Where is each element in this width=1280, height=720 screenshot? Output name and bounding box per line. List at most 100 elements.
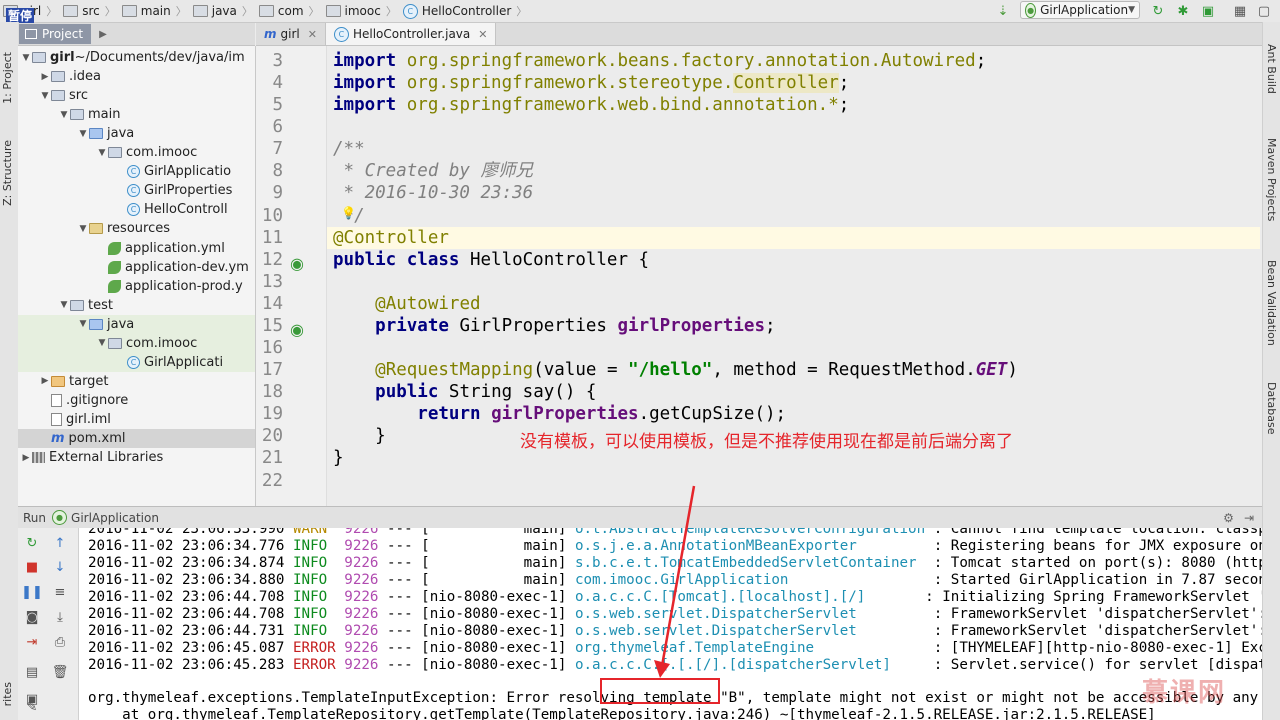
breadcrumb-item[interactable]: com 〉 bbox=[256, 0, 323, 22]
tree-item[interactable]: m pom.xml bbox=[18, 429, 255, 448]
tree-item[interactable]: application-dev.ym bbox=[96, 258, 255, 277]
code-line[interactable]: * 2016-10-30 23:36 bbox=[333, 182, 534, 204]
code-line[interactable]: private GirlProperties girlProperties; bbox=[333, 315, 775, 337]
layout-icon[interactable]: ▢ bbox=[1256, 3, 1272, 19]
tree-item[interactable]: ▼ com.imooc bbox=[18, 333, 255, 353]
breadcrumb-item[interactable]: C HelloController 〉 bbox=[400, 0, 530, 22]
line-number: 22 bbox=[261, 470, 283, 491]
chevron-down-icon[interactable]: ▼ bbox=[77, 319, 89, 329]
chevron-down-icon[interactable]: ▼ bbox=[96, 148, 108, 158]
gear-icon[interactable]: ⚙ bbox=[1223, 511, 1234, 525]
project-view-selector[interactable]: Project bbox=[19, 24, 92, 44]
tree-item[interactable]: ▼ java bbox=[18, 314, 255, 334]
code-line[interactable]: import org.springframework.stereotype.Co… bbox=[333, 72, 849, 94]
chevron-down-icon[interactable]: ▼ bbox=[20, 53, 32, 63]
chevron-right-icon[interactable]: ▶ bbox=[99, 29, 107, 40]
tree-item[interactable]: C GirlProperties bbox=[115, 181, 255, 200]
code-line[interactable]: /** bbox=[333, 138, 365, 160]
code-line[interactable]: @Controller bbox=[333, 227, 449, 249]
chevron-down-icon[interactable]: ▼ bbox=[39, 91, 51, 101]
arrow-down-icon[interactable]: ↓ bbox=[51, 558, 69, 576]
bean-class-icon[interactable]: ◉ bbox=[290, 254, 304, 273]
project-tree[interactable]: ▼ girl ~/Documents/dev/java/im ▶ .idea ▼ src ▼… bbox=[18, 46, 256, 506]
breadcrumb-item[interactable]: imooc 〉 bbox=[323, 0, 400, 22]
pause-icon[interactable]: ❚❚ bbox=[21, 583, 43, 601]
tree-item[interactable]: ▼ test bbox=[58, 296, 255, 315]
tree-item[interactable]: girl.iml bbox=[39, 410, 255, 429]
tree-item[interactable]: ▼ resources bbox=[77, 219, 255, 238]
tree-item[interactable]: C GirlApplicati bbox=[18, 352, 255, 372]
code-line[interactable]: @Autowired bbox=[333, 293, 480, 315]
tab-maven-projects[interactable]: Maven Projects bbox=[1265, 138, 1278, 221]
chevron-right-icon[interactable]: ▶ bbox=[39, 376, 51, 386]
close-icon[interactable]: ✕ bbox=[308, 28, 317, 41]
code-token: HelloController { bbox=[469, 249, 650, 270]
hide-panel-icon[interactable]: ⇥ bbox=[1244, 511, 1254, 525]
tree-item[interactable]: application-prod.y bbox=[96, 277, 255, 296]
tab-structure[interactable]: Z: Structure bbox=[1, 140, 14, 206]
rerun-icon[interactable]: ↻ bbox=[23, 534, 41, 552]
tab-bean-validation[interactable]: Bean Validation bbox=[1265, 260, 1278, 346]
stop-icon[interactable]: ■ bbox=[23, 558, 41, 576]
pin-icon[interactable]: ✎ bbox=[23, 698, 41, 716]
tree-item[interactable]: C GirlApplicatio bbox=[115, 162, 255, 181]
tree-item[interactable]: ▼ src bbox=[39, 86, 255, 105]
tab-favorites[interactable]: rites bbox=[1, 682, 14, 706]
breadcrumb-item[interactable]: src 〉 bbox=[60, 0, 119, 22]
chevron-down-icon[interactable]: ▼ bbox=[58, 110, 70, 120]
tree-item[interactable]: ▶ target bbox=[39, 372, 255, 391]
rerun-icon[interactable]: ↻ bbox=[1150, 3, 1166, 19]
chevron-down-icon[interactable]: ▼ bbox=[58, 300, 70, 310]
tree-item[interactable]: ▼ girl ~/Documents/dev/java/im bbox=[20, 48, 255, 67]
coverage-icon[interactable]: ▣ bbox=[1200, 3, 1216, 19]
debug-icon[interactable]: ✱ bbox=[1175, 3, 1191, 19]
tree-item[interactable]: ▶ External Libraries bbox=[20, 448, 255, 467]
scroll-end-icon[interactable]: ⤓ bbox=[51, 608, 69, 626]
lightbulb-icon[interactable]: 💡 bbox=[341, 206, 356, 220]
breadcrumb-item[interactable]: java 〉 bbox=[190, 0, 256, 22]
editor-tab[interactable]: C HelloController.java ✕ bbox=[325, 23, 497, 45]
editor-tab[interactable]: m girl ✕ bbox=[256, 23, 326, 45]
camera-icon[interactable]: ◙ bbox=[23, 608, 41, 626]
autowired-icon[interactable]: ◉ bbox=[290, 320, 304, 339]
log-date: 2016-11-02 23:06:44.708 bbox=[88, 606, 285, 622]
vcs-update-icon[interactable]: ⇣ bbox=[995, 3, 1011, 19]
tree-item[interactable]: ▶ .idea bbox=[39, 67, 255, 86]
layout-icon[interactable]: ▤ bbox=[23, 663, 41, 681]
chevron-down-icon[interactable]: ▼ bbox=[77, 129, 89, 139]
line-number: 18 bbox=[261, 382, 283, 403]
project-structure-icon[interactable]: ▦ bbox=[1232, 3, 1248, 19]
stack-trace-line[interactable]: at org.thymeleaf.TemplateRepository.getT… bbox=[88, 707, 1156, 720]
tab-database[interactable]: Database bbox=[1265, 382, 1278, 435]
chevron-down-icon[interactable]: ▼ bbox=[96, 338, 108, 348]
code-line[interactable]: * Created by 廖师兄 bbox=[333, 160, 533, 182]
trash-icon[interactable]: 🗑 bbox=[51, 663, 69, 681]
tree-item[interactable]: application.yml bbox=[96, 239, 255, 258]
soft-wrap-icon[interactable]: ≡ bbox=[51, 583, 69, 601]
exit-icon[interactable]: ⇥ bbox=[23, 633, 41, 651]
chevron-right-icon[interactable]: ▶ bbox=[20, 453, 32, 463]
tree-item[interactable]: C HelloControll bbox=[115, 200, 255, 219]
run-config-name[interactable]: GirlApplication bbox=[71, 511, 159, 525]
code-line[interactable]: } bbox=[333, 447, 344, 469]
breadcrumb-item[interactable]: main 〉 bbox=[119, 0, 190, 22]
code-line[interactable]: public class HelloController { bbox=[333, 249, 649, 271]
print-icon[interactable]: ⎙ bbox=[51, 633, 69, 651]
code-line[interactable]: import org.springframework.web.bind.anno… bbox=[333, 94, 849, 116]
tab-ant-build[interactable]: Ant Build bbox=[1265, 44, 1278, 94]
close-icon[interactable]: ✕ bbox=[478, 28, 487, 41]
tab-project[interactable]: 1: Project bbox=[1, 52, 14, 104]
tree-item[interactable]: ▼ main bbox=[58, 105, 255, 124]
code-line[interactable]: return girlProperties.getCupSize(); bbox=[333, 403, 786, 425]
run-config-selector[interactable]: ● GirlApplication ▼ bbox=[1020, 1, 1140, 19]
code-line[interactable]: } bbox=[333, 425, 386, 447]
code-line[interactable]: @RequestMapping(value = "/hello", method… bbox=[333, 359, 1018, 381]
code-line[interactable]: public String say() { bbox=[333, 381, 596, 403]
tree-item[interactable]: ▼ java bbox=[77, 124, 255, 143]
chevron-down-icon[interactable]: ▼ bbox=[77, 224, 89, 234]
code-line[interactable]: import org.springframework.beans.factory… bbox=[333, 50, 997, 72]
tree-item[interactable]: ▼ com.imooc bbox=[96, 143, 255, 162]
tree-item[interactable]: .gitignore bbox=[39, 391, 255, 410]
chevron-right-icon[interactable]: ▶ bbox=[39, 72, 51, 82]
arrow-up-icon[interactable]: ↑ bbox=[51, 534, 69, 552]
